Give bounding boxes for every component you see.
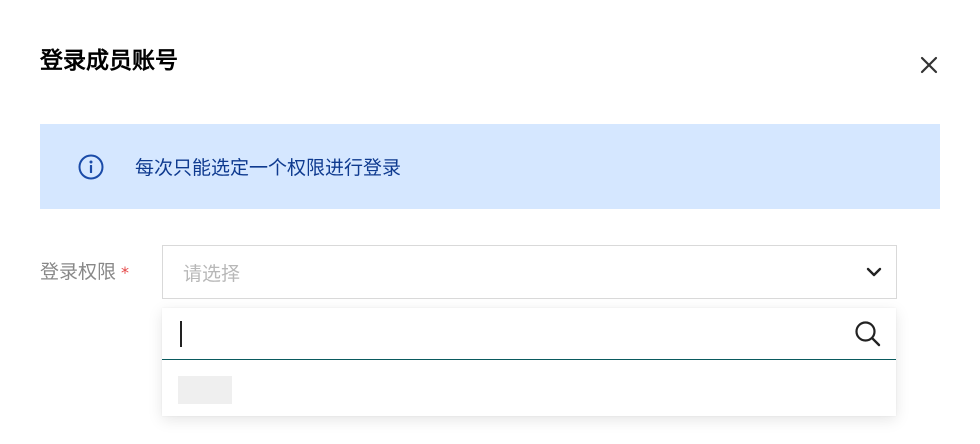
- dropdown-search-input[interactable]: [178, 312, 854, 355]
- required-mark: *: [121, 263, 130, 282]
- permission-select[interactable]: 请选择: [162, 245, 897, 299]
- close-button[interactable]: [912, 48, 946, 82]
- dropdown-option-loading[interactable]: [178, 376, 232, 404]
- permission-label-text: 登录权限: [40, 261, 117, 283]
- info-banner: 每次只能选定一个权限进行登录: [40, 124, 940, 209]
- select-placeholder: 请选择: [183, 262, 241, 285]
- dropdown-search-bar: [162, 308, 896, 360]
- login-member-dialog: 登录成员账号 每次只能选定一个权限进行登录 登录权限 * 请选择: [0, 0, 980, 444]
- info-banner-text: 每次只能选定一个权限进行登录: [135, 157, 402, 179]
- text-caret: [180, 321, 182, 347]
- permission-label: 登录权限 *: [40, 258, 129, 287]
- select-dropdown: [162, 308, 896, 416]
- search-icon[interactable]: [854, 320, 882, 348]
- close-icon: [920, 56, 938, 74]
- info-icon: [78, 154, 104, 180]
- chevron-down-icon[interactable]: [864, 262, 884, 282]
- dialog-title: 登录成员账号: [40, 48, 178, 74]
